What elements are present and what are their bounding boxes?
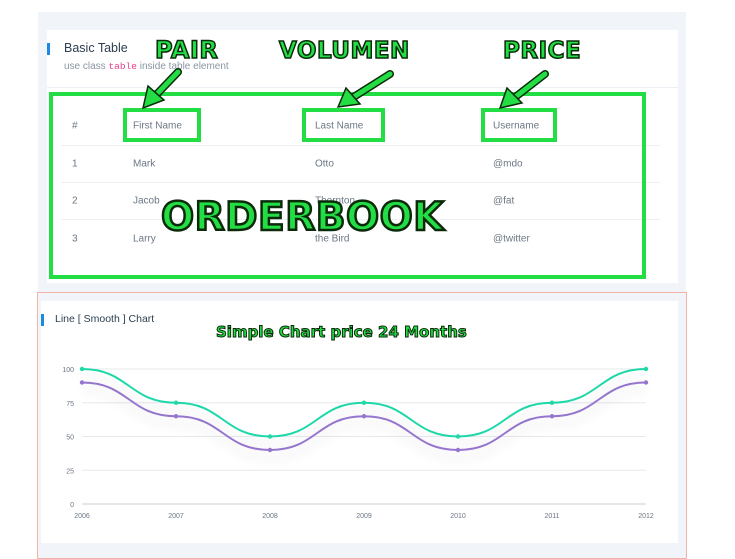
pair-annotation: PAIR — [154, 35, 219, 65]
y-tick-label: 50 — [66, 435, 74, 442]
title-accent-bar — [47, 43, 50, 55]
subtitle-code: table — [108, 61, 137, 72]
x-tick-label: 2007 — [168, 513, 184, 520]
series-2-point — [549, 414, 555, 419]
series-1-point — [549, 400, 555, 405]
x-tick-label: 2006 — [74, 513, 90, 520]
series-2-point — [455, 447, 461, 453]
subtitle-text: use class — [64, 61, 109, 72]
series-1-point — [173, 400, 179, 405]
series-2-point — [361, 414, 367, 419]
series-1-point — [79, 366, 85, 372]
y-tick-label: 25 — [66, 468, 74, 475]
series-2-point — [643, 380, 649, 385]
x-tick-label: 2008 — [262, 513, 278, 520]
series-1-point — [361, 400, 367, 405]
series-1-point — [455, 434, 461, 439]
y-tick-label: 0 — [70, 502, 74, 509]
series-2-point — [79, 380, 85, 385]
pair-highlight-box — [123, 108, 201, 142]
card-title: Basic Table — [64, 41, 128, 55]
x-tick-label: 2010 — [450, 513, 466, 520]
y-tick-label: 100 — [62, 367, 74, 374]
orderbook-annotation: ORDERBOOK — [160, 194, 445, 242]
x-tick-label: 2009 — [356, 513, 372, 520]
page: Basic Table use class table inside table… — [0, 0, 735, 559]
price-highlight-box — [481, 108, 557, 142]
volumen-highlight-box — [302, 108, 385, 142]
series-2-point — [267, 447, 273, 453]
x-tick-label: 2012 — [638, 513, 654, 520]
series-1-point — [643, 366, 649, 372]
y-tick-label: 75 — [66, 401, 74, 408]
x-tick-label: 2011 — [544, 513, 559, 520]
price-annotation: PRICE — [502, 37, 582, 65]
volumen-annotation: VOLUMEN — [278, 37, 410, 65]
series-1-point — [267, 434, 273, 439]
series-2-point — [173, 414, 179, 419]
chart-caption-annotation: Simple Chart price 24 Months — [216, 323, 468, 342]
